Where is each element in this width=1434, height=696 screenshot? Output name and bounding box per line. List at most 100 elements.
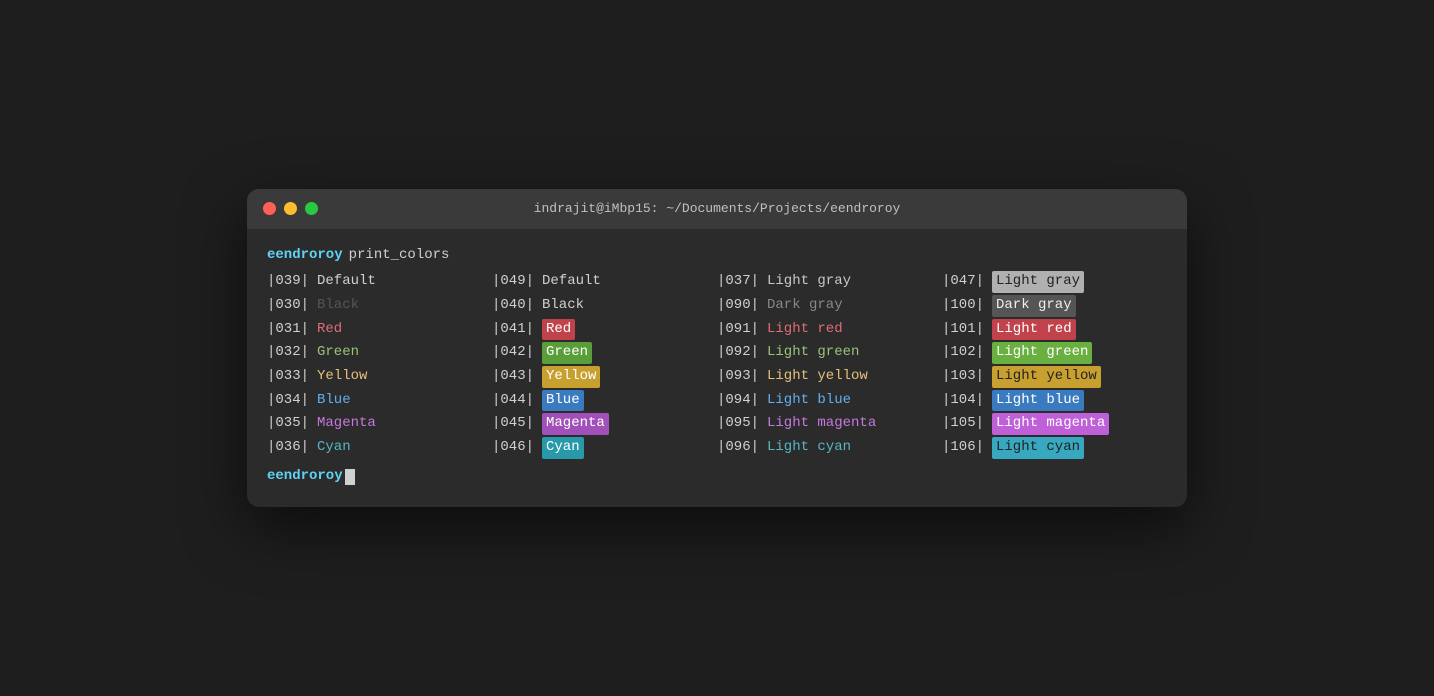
table-row: |042| Green	[492, 341, 717, 365]
table-row: |103| Light yellow	[942, 365, 1167, 389]
color-code: |036|	[267, 437, 317, 459]
color-label: Light blue	[767, 390, 851, 412]
table-row: |045| Magenta	[492, 412, 717, 436]
color-label: Light magenta	[767, 413, 876, 435]
color-label: Red	[542, 319, 575, 341]
color-code: |040|	[492, 295, 542, 317]
column-fg-standard: |039| Default |030| Black |031| Red |032…	[267, 270, 492, 460]
table-row: |036| Cyan	[267, 436, 492, 460]
color-code: |049|	[492, 271, 542, 293]
color-label: Light gray	[767, 271, 851, 293]
color-code: |033|	[267, 366, 317, 388]
color-label: Cyan	[542, 437, 584, 459]
color-label: Blue	[317, 390, 351, 412]
table-row: |043| Yellow	[492, 365, 717, 389]
color-label: Dark gray	[767, 295, 843, 317]
column-bg-standard: |049| Default |040| Black |041| Red |042…	[492, 270, 717, 460]
color-code: |043|	[492, 366, 542, 388]
color-code: |037|	[717, 271, 767, 293]
color-label: Green	[317, 342, 359, 364]
table-row: |031| Red	[267, 318, 492, 342]
window-title: indrajit@iMbp15: ~/Documents/Projects/ee…	[534, 201, 901, 216]
color-label: Magenta	[317, 413, 376, 435]
bottom-prompt-line: eendroroy	[267, 466, 1167, 488]
color-code: |105|	[942, 413, 992, 435]
column-fg-bright: |037| Light gray |090| Dark gray |091| L…	[717, 270, 942, 460]
color-label: Light red	[992, 319, 1076, 341]
table-row: |104| Light blue	[942, 389, 1167, 413]
color-table: |039| Default |030| Black |031| Red |032…	[267, 270, 1167, 460]
titlebar: indrajit@iMbp15: ~/Documents/Projects/ee…	[247, 189, 1187, 229]
color-code: |039|	[267, 271, 317, 293]
table-row: |039| Default	[267, 270, 492, 294]
color-code: |031|	[267, 319, 317, 341]
color-code: |090|	[717, 295, 767, 317]
color-label: Light cyan	[992, 437, 1084, 459]
close-button[interactable]	[263, 202, 276, 215]
color-code: |095|	[717, 413, 767, 435]
table-row: |033| Yellow	[267, 365, 492, 389]
color-label: Dark gray	[992, 295, 1076, 317]
color-code: |106|	[942, 437, 992, 459]
table-row: |105| Light magenta	[942, 412, 1167, 436]
minimize-button[interactable]	[284, 202, 297, 215]
table-row: |095| Light magenta	[717, 412, 942, 436]
command-line: eendroroy print_colors	[267, 245, 1167, 267]
color-code: |035|	[267, 413, 317, 435]
table-row: |047| Light gray	[942, 270, 1167, 294]
cursor-block	[345, 469, 355, 485]
prompt-directory: eendroroy	[267, 245, 343, 267]
table-row: |094| Light blue	[717, 389, 942, 413]
color-label: Green	[542, 342, 592, 364]
prompt-command: print_colors	[349, 245, 450, 267]
color-label: Black	[317, 295, 359, 317]
bottom-prompt-directory: eendroroy	[267, 466, 343, 488]
color-code: |046|	[492, 437, 542, 459]
color-label: Light red	[767, 319, 843, 341]
table-row: |034| Blue	[267, 389, 492, 413]
table-row: |032| Green	[267, 341, 492, 365]
table-row: |090| Dark gray	[717, 294, 942, 318]
table-row: |092| Light green	[717, 341, 942, 365]
table-row: |037| Light gray	[717, 270, 942, 294]
column-bg-bright: |047| Light gray |100| Dark gray |101| L…	[942, 270, 1167, 460]
color-label: Black	[542, 295, 584, 317]
table-row: |035| Magenta	[267, 412, 492, 436]
color-code: |042|	[492, 342, 542, 364]
terminal-window: indrajit@iMbp15: ~/Documents/Projects/ee…	[247, 189, 1187, 508]
color-label: Yellow	[317, 366, 367, 388]
table-row: |046| Cyan	[492, 436, 717, 460]
table-row: |044| Blue	[492, 389, 717, 413]
color-code: |041|	[492, 319, 542, 341]
color-code: |096|	[717, 437, 767, 459]
color-label: Light green	[992, 342, 1092, 364]
traffic-lights	[263, 202, 318, 215]
color-code: |047|	[942, 271, 992, 293]
table-row: |102| Light green	[942, 341, 1167, 365]
table-row: |041| Red	[492, 318, 717, 342]
color-code: |091|	[717, 319, 767, 341]
color-code: |102|	[942, 342, 992, 364]
color-label: Light yellow	[992, 366, 1101, 388]
color-code: |100|	[942, 295, 992, 317]
terminal-body[interactable]: eendroroy print_colors |039| Default |03…	[247, 229, 1187, 508]
color-label: Red	[317, 319, 342, 341]
table-row: |093| Light yellow	[717, 365, 942, 389]
color-label: Light green	[767, 342, 859, 364]
color-label: Magenta	[542, 413, 609, 435]
maximize-button[interactable]	[305, 202, 318, 215]
color-label: Light gray	[992, 271, 1084, 293]
color-code: |030|	[267, 295, 317, 317]
color-code: |045|	[492, 413, 542, 435]
color-label: Yellow	[542, 366, 600, 388]
table-row: |096| Light cyan	[717, 436, 942, 460]
color-label: Light blue	[992, 390, 1084, 412]
table-row: |049| Default	[492, 270, 717, 294]
color-code: |032|	[267, 342, 317, 364]
color-label: Light magenta	[992, 413, 1109, 435]
table-row: |100| Dark gray	[942, 294, 1167, 318]
table-row: |040| Black	[492, 294, 717, 318]
color-code: |101|	[942, 319, 992, 341]
color-code: |044|	[492, 390, 542, 412]
color-label: Light yellow	[767, 366, 868, 388]
